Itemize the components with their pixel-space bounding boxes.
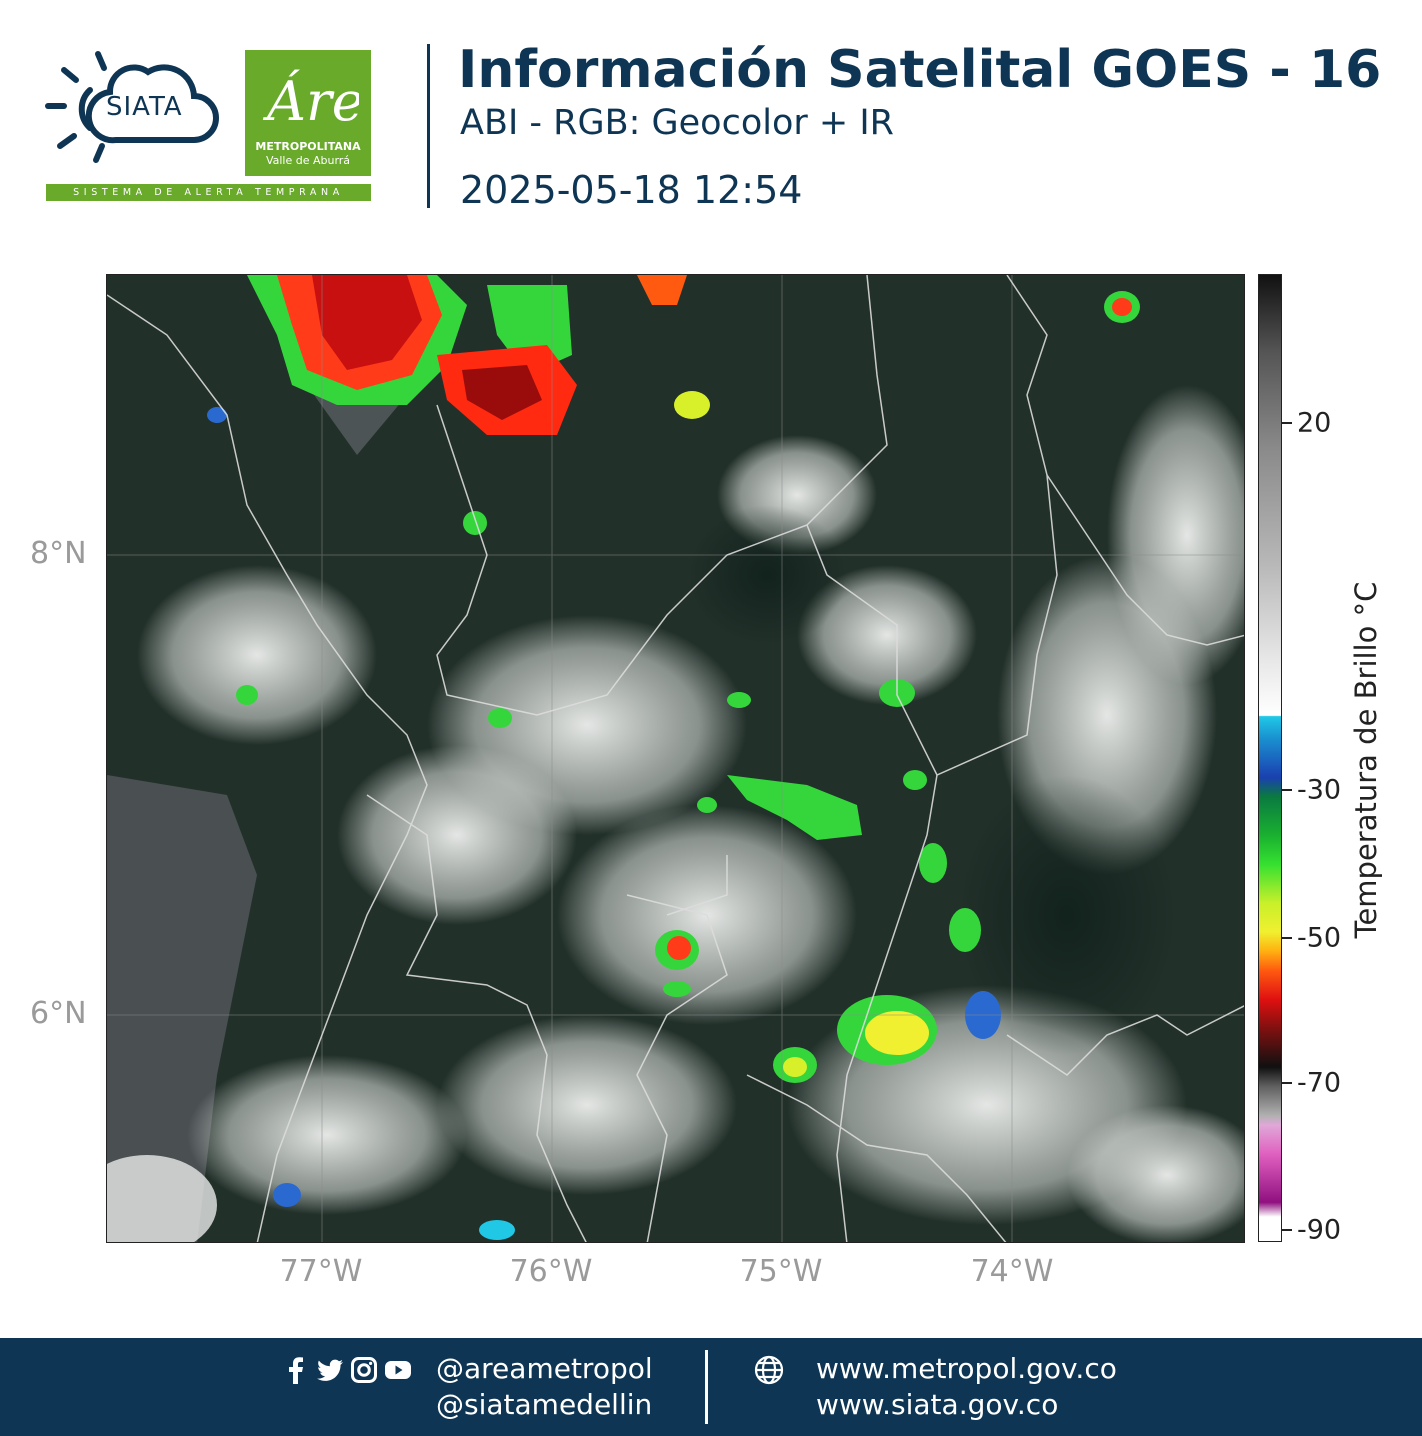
satellite-image (107, 275, 1244, 1242)
colorbar-tick-minus70 (1282, 1082, 1292, 1084)
colorbar-label-minus90: -90 (1297, 1214, 1342, 1246)
facebook-icon[interactable] (282, 1356, 310, 1384)
handle-siatamedellin[interactable]: @siatamedellin (436, 1388, 652, 1421)
colorbar-label-minus50: -50 (1297, 922, 1342, 954)
footer: @areametropol @siatamedellin www.metropo… (0, 1338, 1422, 1436)
colorbar-tick-minus30 (1282, 789, 1292, 791)
image-timestamp: 2025-05-18 12:54 (460, 168, 803, 212)
header: SIATA Área METROPOLITANA Valle de Aburrá… (0, 0, 1422, 240)
lon-tick-75w: 75°W (739, 1254, 823, 1289)
lat-tick-6n: 6°N (30, 996, 87, 1031)
colorbar-label-minus70: -70 (1297, 1067, 1342, 1099)
youtube-icon[interactable] (384, 1356, 412, 1384)
lon-tick-77w: 77°W (279, 1254, 363, 1289)
lat-tick-8n: 8°N (30, 536, 87, 571)
social-icons (282, 1356, 412, 1384)
colorbar-label-minus30: -30 (1297, 774, 1342, 806)
satellite-map (106, 274, 1245, 1243)
instagram-icon[interactable] (350, 1356, 378, 1384)
colorbar-tick-minus90 (1282, 1229, 1292, 1231)
handle-areametropol[interactable]: @areametropol (436, 1352, 653, 1385)
colorbar-tick-20 (1282, 422, 1292, 424)
temperature-colorbar (1258, 274, 1282, 1242)
lon-tick-76w: 76°W (509, 1254, 593, 1289)
siata-tagline: SISTEMA DE ALERTA TEMPRANA (46, 184, 371, 201)
svg-text:Área: Área (262, 69, 359, 133)
siata-name: SIATA (106, 92, 183, 122)
link-metropol[interactable]: www.metropol.gov.co (816, 1352, 1117, 1385)
link-siata[interactable]: www.siata.gov.co (816, 1388, 1058, 1421)
twitter-icon[interactable] (316, 1356, 344, 1384)
header-divider (427, 44, 430, 208)
page-subtitle: ABI - RGB: Geocolor + IR (460, 103, 894, 143)
amva-line1: METROPOLITANA (255, 140, 361, 153)
colorbar-tick-minus50 (1282, 937, 1292, 939)
colorbar-title: Temperatura de Brillo °C (1349, 581, 1383, 939)
amva-logo: Área METROPOLITANA Valle de Aburrá (245, 50, 371, 176)
amva-line2: Valle de Aburrá (265, 154, 351, 167)
amva-script-logo: Área (262, 69, 359, 133)
lon-tick-74w: 74°W (970, 1254, 1054, 1289)
footer-divider (705, 1350, 708, 1424)
page-title: Información Satelital GOES - 16 (458, 40, 1382, 100)
globe-icon (754, 1355, 784, 1385)
colorbar-label-20: 20 (1297, 407, 1332, 439)
